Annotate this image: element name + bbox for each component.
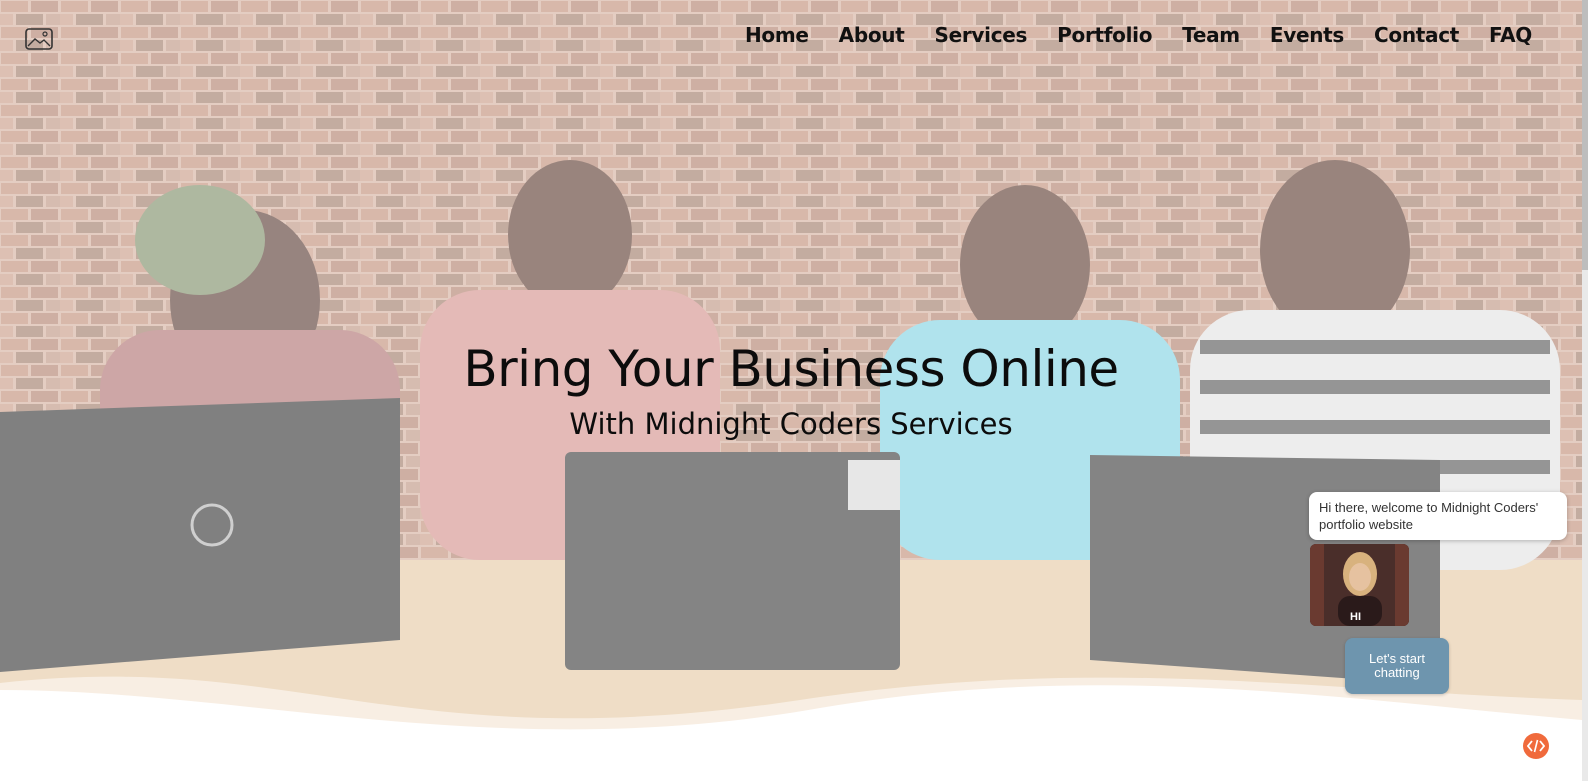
image-icon[interactable] xyxy=(25,28,53,50)
logo-image-icon xyxy=(25,28,53,50)
hero-section: Home About Services Portfolio Team Event… xyxy=(0,0,1582,781)
start-chat-label: Let's start chatting xyxy=(1369,651,1425,680)
code-glyph-icon xyxy=(1527,739,1545,753)
page-scrollbar[interactable] xyxy=(1582,0,1588,781)
start-chat-button[interactable]: Let's start chatting xyxy=(1345,638,1449,694)
hero-title: Bring Your Business Online xyxy=(463,340,1119,398)
nav-item-portfolio[interactable]: Portfolio xyxy=(1057,20,1152,50)
code-icon[interactable] xyxy=(1523,733,1549,759)
nav-item-team[interactable]: Team xyxy=(1182,20,1240,50)
nav-item-services[interactable]: Services xyxy=(934,20,1027,50)
nav-item-about[interactable]: About xyxy=(839,20,905,50)
nav-item-events[interactable]: Events xyxy=(1270,20,1344,50)
chat-greeting-bubble: Hi there, welcome to Midnight Coders' po… xyxy=(1309,492,1567,540)
nav-item-faq[interactable]: FAQ xyxy=(1489,20,1532,50)
nav-item-home[interactable]: Home xyxy=(745,20,809,50)
chat-avatar: HI xyxy=(1310,544,1409,626)
scrollbar-thumb[interactable] xyxy=(1582,0,1588,270)
hero-subtitle: With Midnight Coders Services xyxy=(569,407,1013,441)
avatar-caption: HI xyxy=(1350,611,1361,623)
main-nav: Home About Services Portfolio Team Event… xyxy=(745,20,1532,50)
nav-item-contact[interactable]: Contact xyxy=(1374,20,1459,50)
